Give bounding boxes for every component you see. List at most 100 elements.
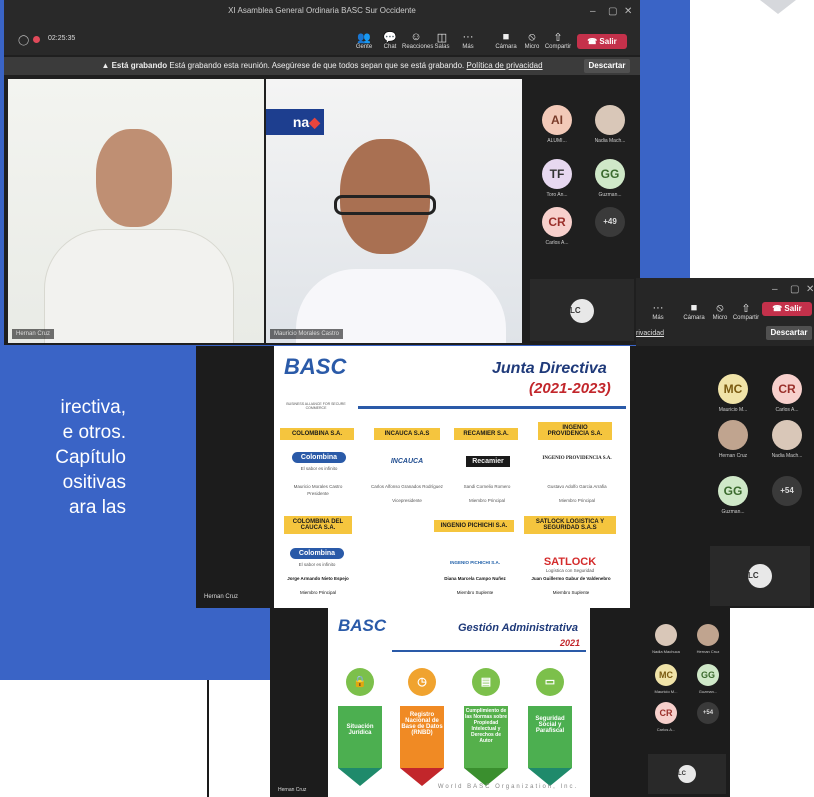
participant-tile[interactable]: MC Mauricio M... xyxy=(708,374,758,413)
record-indicator-icon xyxy=(33,36,40,43)
maximize-button[interactable]: ▢ xyxy=(608,6,617,17)
camera-icon: ■ xyxy=(690,302,698,314)
avatar: AI xyxy=(542,105,572,135)
share-button[interactable]: ⇧ Compartir xyxy=(544,31,572,50)
participant-tile[interactable]: CR Carlos A... xyxy=(760,374,814,413)
video-name-label: Hernan Cruz xyxy=(12,329,55,339)
privacy-link[interactable]: Política de privacidad xyxy=(467,61,543,70)
close-button[interactable]: ✕ xyxy=(806,284,814,295)
participant-tile[interactable]: GG Guzman... xyxy=(688,664,728,694)
company-tab: COLOMBINA DEL CAUCA S.A. xyxy=(284,516,352,534)
member-role: Miembro Principal xyxy=(558,498,595,503)
close-button[interactable]: ✕ xyxy=(624,6,632,17)
privacy-link[interactable]: rivacidad xyxy=(636,330,664,337)
leave-button[interactable]: ☎ Salir xyxy=(577,34,627,49)
leave-button[interactable]: ☎ Salir xyxy=(762,302,812,316)
participant-gallery: AI ALUMI... Nadia Mach... TF Toro An... GG… xyxy=(526,79,638,343)
mic-off-icon: ⦸ xyxy=(528,31,536,43)
rooms-icon: ◫ xyxy=(436,32,448,44)
chat-button[interactable]: 💬 Chat xyxy=(376,31,404,50)
avatar: +54 xyxy=(772,476,802,506)
pillar-card: ▤ Cumplimiento de las Normas sobre Propi… xyxy=(464,668,508,786)
decorative-shape xyxy=(760,0,796,14)
video-tile[interactable]: Hernan Cruz xyxy=(8,79,264,343)
dismiss-button[interactable]: Descartar xyxy=(766,326,812,340)
participant-tile[interactable]: MC Mauricio M... xyxy=(646,664,686,694)
more-participants[interactable]: +54 xyxy=(688,702,728,724)
avatar: GG xyxy=(697,664,719,686)
mic-button[interactable]: ⦸ Micro xyxy=(518,31,546,50)
title-bar: XI Asamblea General Ordinaria BASC Sur O… xyxy=(4,0,640,55)
participant-tile[interactable]: Hernan Cruz xyxy=(708,420,758,459)
basc-logo: BASC xyxy=(338,616,387,635)
background-line: e otros. xyxy=(62,422,126,443)
basc-logo: BASC xyxy=(284,354,347,379)
slide-rule xyxy=(358,406,626,409)
reactions-button[interactable]: ☺ Reacciones xyxy=(402,31,433,50)
share-button[interactable]: ⇧ Compartir xyxy=(732,302,760,321)
minimize-button[interactable]: – xyxy=(772,284,778,295)
avatar: GG xyxy=(595,159,625,189)
pillar-card: ◷ Registro Nacional de Base de Datos (RN… xyxy=(400,668,444,786)
participant-tile[interactable]: GG Guzman... xyxy=(708,476,758,515)
pillar-card: ▭ Seguridad Social y Parafiscal xyxy=(528,668,572,786)
maximize-button[interactable]: ▢ xyxy=(790,284,799,295)
participant-tile[interactable]: TF Toro An... xyxy=(532,159,582,198)
member-name: Mauricio Morales Castro xyxy=(293,484,343,489)
participant-tile[interactable]: CR Carlos A... xyxy=(532,207,582,246)
avatar: +49 xyxy=(595,207,625,237)
pillar-arrow xyxy=(338,768,382,786)
member-name: Sandi Cornelio Romero xyxy=(463,484,511,489)
meeting-timer: 02:25:35 xyxy=(48,35,76,42)
more-participants[interactable]: +49 xyxy=(582,207,638,237)
avatar: CR xyxy=(772,374,802,404)
participant-tile[interactable]: CR Carlos A... xyxy=(646,702,686,732)
more-icon: ··· xyxy=(462,31,474,43)
company-logo: Colombina xyxy=(292,452,346,463)
participant-tile[interactable]: GG Guzman... xyxy=(582,159,638,198)
share-icon: ⇧ xyxy=(553,32,563,44)
people-icon: 👥 xyxy=(357,32,371,44)
pillar-label: Situación Jurídica xyxy=(338,706,382,768)
company-logo: Recamier xyxy=(466,456,510,467)
camera-button[interactable]: ■ Cámara xyxy=(492,31,520,50)
lock-icon: 🔒 xyxy=(346,668,374,696)
more-participants[interactable]: +54 xyxy=(760,476,814,506)
company-sub: Logística con Seguridad xyxy=(545,568,595,573)
self-view: LC xyxy=(648,754,726,794)
participant-tile[interactable]: Hernan Cruz xyxy=(688,624,728,654)
dismiss-button[interactable]: Descartar xyxy=(584,59,630,73)
avatar xyxy=(697,624,719,646)
meeting-window-main: XI Asamblea General Ordinaria BASC Sur O… xyxy=(4,0,640,345)
background-line: irectiva, xyxy=(60,397,126,418)
mic-button[interactable]: ⦸ Micro xyxy=(706,302,734,321)
more-button[interactable]: ··· Más xyxy=(454,31,482,50)
people-button[interactable]: 👥 Gente xyxy=(350,31,378,50)
company-tab: INGENIO PICHICHI S.A. xyxy=(434,520,514,532)
member-role: Miembro Suplente xyxy=(552,590,590,595)
share-icon: ⇧ xyxy=(741,303,751,315)
participant-gallery: Nadia Machuca Hernan Cruz MC Mauricio M..… xyxy=(644,608,730,797)
minimize-button[interactable]: – xyxy=(590,6,596,17)
member-role: Vicepresidente xyxy=(392,498,422,503)
member-role: Miembro Principal xyxy=(468,498,505,503)
company-tab: COLOMBINA S.A. xyxy=(280,428,354,440)
participant-tile[interactable]: Nadia Machuca xyxy=(646,624,686,654)
member-name: Gustavo Adolfo Garcia Arrafia xyxy=(547,484,607,489)
slide-footer: World BASC Organization, Inc. xyxy=(437,784,579,790)
video-tile[interactable]: na◆ Mauricio Morales Castro xyxy=(266,79,522,343)
participant-tile[interactable]: Nadia Mach... xyxy=(760,420,814,459)
more-button[interactable]: ··· Más xyxy=(644,302,672,321)
company-tab: INGENIO PROVIDENCIA S.A. xyxy=(538,422,612,440)
rooms-button[interactable]: ◫ Salas xyxy=(428,31,456,50)
avatar: GG xyxy=(718,476,748,506)
window-title: XI Asamblea General Ordinaria BASC Sur O… xyxy=(228,6,416,15)
member-role: Miembro Principal xyxy=(299,590,336,595)
background-line: ara las xyxy=(68,497,126,518)
avatar: CR xyxy=(542,207,572,237)
company-tab: SATLOCK LOGISTICA Y SEGURIDAD S.A.S xyxy=(524,516,616,534)
participant-tile[interactable]: Nadia Mach... xyxy=(582,105,638,144)
window-icon: ▭ xyxy=(536,668,564,696)
camera-button[interactable]: ■ Cámara xyxy=(680,302,708,321)
participant-tile[interactable]: AI ALUMI... xyxy=(532,105,582,144)
